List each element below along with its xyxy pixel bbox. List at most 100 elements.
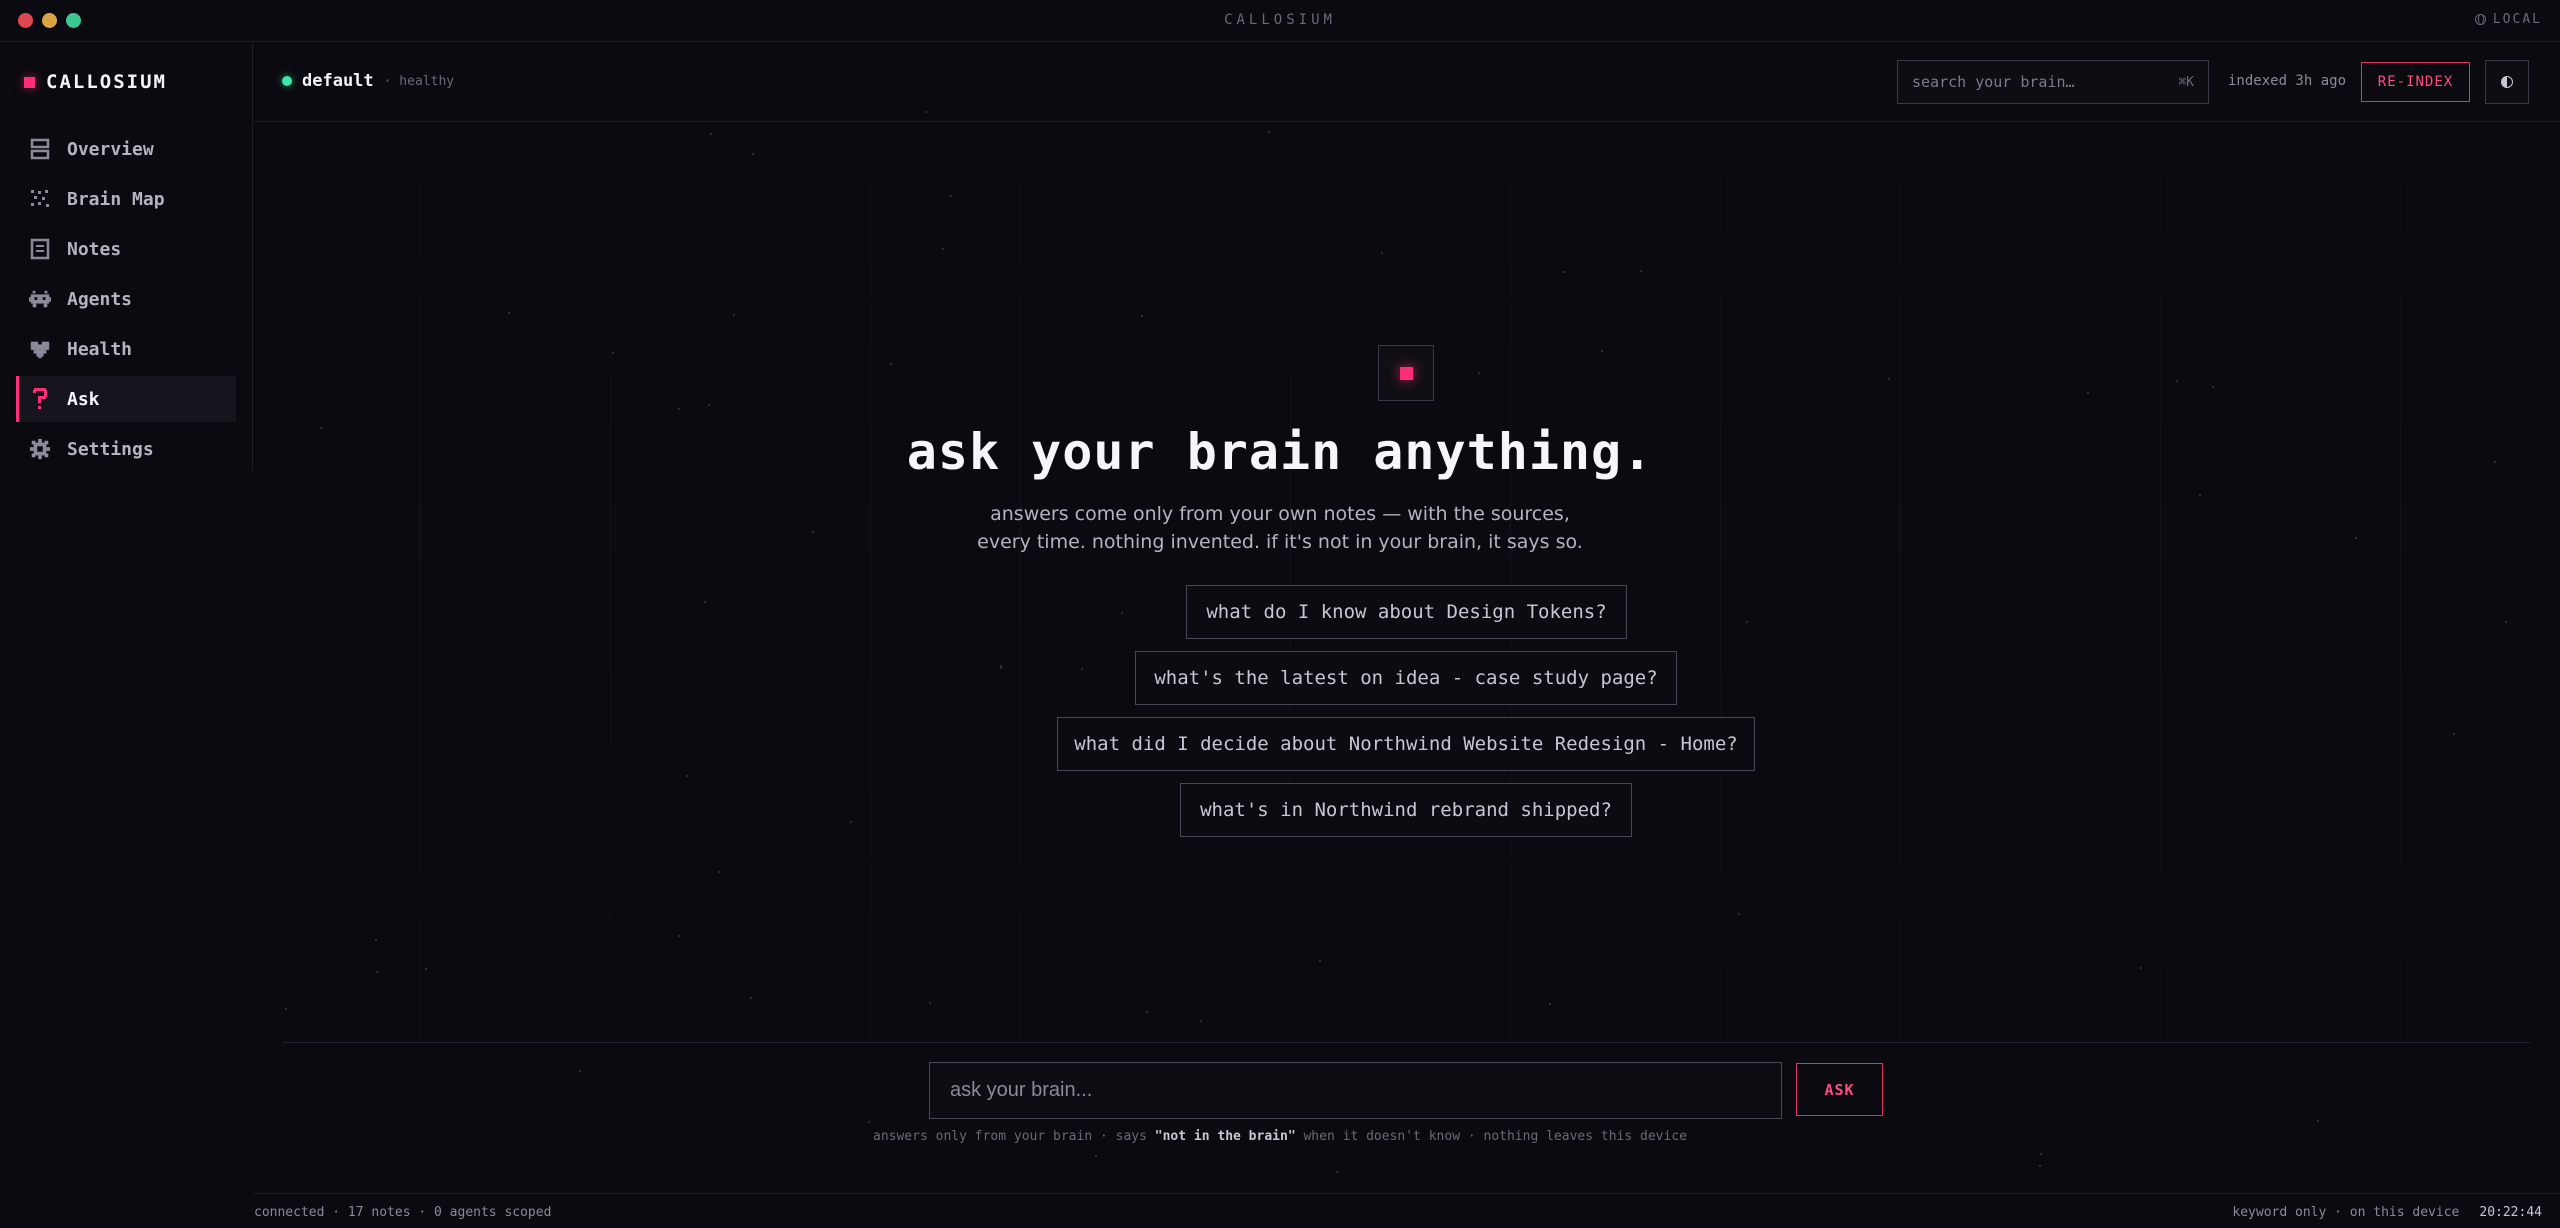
background-grid-line <box>2160 125 2161 1125</box>
sidebar-item-label: Health <box>67 338 133 360</box>
star-particle <box>1095 1155 1097 1157</box>
star-particle <box>2199 494 2201 496</box>
star-particle <box>2176 380 2178 382</box>
star-particle <box>2453 733 2455 735</box>
hero-logo <box>1378 345 1434 401</box>
sidebar-item-label: Overview <box>67 138 154 160</box>
mode-indicator: LOCAL <box>2474 12 2542 27</box>
search-input[interactable] <box>1912 73 2152 91</box>
title-bar: CALLOSIUM LOCAL <box>0 0 2560 42</box>
brand-logo-icon <box>24 76 35 88</box>
star-particle <box>1200 1020 1202 1022</box>
star-particle <box>1888 378 1890 380</box>
star-particle <box>612 352 614 354</box>
suggestion-button[interactable]: what's in Northwind rebrand shipped? <box>1180 783 1632 837</box>
indexed-status: indexed 3h ago <box>2228 73 2347 89</box>
hero-subtitle-line: every time. nothing invented. if it's no… <box>977 531 1583 553</box>
hero-subtitle: answers come only from your own notes — … <box>0 500 2560 556</box>
hero-subtitle-line: answers come only from your own notes — … <box>990 503 1570 525</box>
sidebar-item-notes[interactable]: Notes <box>16 226 236 272</box>
search-box[interactable]: ⌘K <box>1897 60 2209 104</box>
suggestion-button[interactable]: what do I know about Design Tokens? <box>1186 585 1627 639</box>
star-particle <box>1081 668 1083 670</box>
connection-status-text: connected · 17 notes · 0 agents scoped <box>254 1205 552 1220</box>
star-particle <box>1549 1003 1551 1005</box>
sidebar-item-agents[interactable]: Agents <box>16 276 236 322</box>
sidebar-item-label: Brain Map <box>67 188 165 210</box>
background-grid-line <box>2400 125 2401 1125</box>
star-particle <box>425 968 427 970</box>
star-particle <box>718 871 720 873</box>
ask-disclaimer-quote: "not in the brain" <box>1154 1129 1296 1144</box>
sidebar-item-brain-map[interactable]: Brain Map <box>16 176 236 222</box>
suggestion-button[interactable]: what did I decide about Northwind Websit… <box>1057 717 1755 771</box>
star-particle <box>678 935 680 937</box>
star-particle <box>2317 1120 2319 1122</box>
star-particle <box>925 111 927 113</box>
star-particle <box>752 153 754 155</box>
star-particle <box>1563 271 1565 273</box>
star-particle <box>1336 1171 1338 1173</box>
star-particle <box>375 939 377 941</box>
agents-icon <box>29 288 51 310</box>
star-particle <box>708 404 710 406</box>
sidebar-item-ask[interactable]: Ask <box>16 376 236 422</box>
star-particle <box>1121 612 1123 614</box>
reindex-button[interactable]: RE-INDEX <box>2361 62 2470 102</box>
ask-button[interactable]: ASK <box>1796 1063 1883 1116</box>
star-particle <box>376 971 378 973</box>
brand-name: CALLOSIUM <box>46 71 167 93</box>
star-particle <box>2039 1165 2041 1167</box>
brand: CALLOSIUM <box>24 71 167 93</box>
brain-map-icon <box>29 188 51 210</box>
connection-status: connected · 17 notes · 0 agents scoped <box>254 1205 654 1220</box>
star-particle <box>579 1070 581 1072</box>
star-particle <box>1000 667 1002 669</box>
status-bar-right: keyword only · on this device 20:22:44 <box>2232 1205 2542 1220</box>
background-grid-line <box>1900 125 1901 1125</box>
star-particle <box>508 312 510 314</box>
star-particle <box>850 821 852 823</box>
star-particle <box>686 775 688 777</box>
star-particle <box>1268 131 1270 133</box>
brand-mark-icon <box>1399 366 1413 380</box>
ask-disclaimer-text: when it doesn't know · nothing leaves th… <box>1295 1129 1687 1144</box>
heart-icon <box>29 338 51 360</box>
background-grid-line <box>1020 125 1021 1125</box>
star-particle <box>1146 1011 1148 1013</box>
clock: 20:22:44 <box>2479 1205 2542 1220</box>
status-bar: connected · 17 notes · 0 agents scoped k… <box>254 1193 2560 1228</box>
star-particle <box>1640 270 1642 272</box>
star-particle <box>1381 252 1383 254</box>
overview-icon <box>29 138 51 160</box>
star-particle <box>1738 913 1740 915</box>
search-shortcut: ⌘K <box>2178 74 2194 90</box>
top-header: default · healthy ⌘K indexed 3h ago RE-I… <box>254 43 2560 122</box>
theme-toggle-button[interactable] <box>2485 60 2529 104</box>
ask-input[interactable] <box>929 1062 1782 1119</box>
star-particle <box>929 1002 931 1004</box>
suggestion-button[interactable]: what's the latest on idea - case study p… <box>1135 651 1677 705</box>
star-particle <box>1746 621 1748 623</box>
sidebar-item-health[interactable]: Health <box>16 326 236 372</box>
theme-contrast-icon <box>2501 76 2513 88</box>
star-particle <box>1319 960 1321 962</box>
sidebar-item-label: Agents <box>67 288 133 310</box>
star-particle <box>704 601 706 603</box>
star-particle <box>890 363 892 365</box>
sidebar-item-overview[interactable]: Overview <box>16 126 236 172</box>
sidebar-item-label: Ask <box>67 388 100 410</box>
star-particle <box>942 248 944 250</box>
star-particle <box>1141 315 1143 317</box>
window-title: CALLOSIUM <box>1224 12 1336 28</box>
sidebar-item-label: Notes <box>67 238 122 260</box>
brain-name: default <box>302 71 374 91</box>
sidebar: CALLOSIUM Overview Brain Map Notes Agent… <box>0 43 253 471</box>
brain-status[interactable]: default · healthy <box>282 71 454 91</box>
globe-icon <box>2474 14 2486 25</box>
hero-title: ask your brain anything. <box>906 423 1654 481</box>
star-particle <box>750 997 752 999</box>
search-mode-status: keyword only · on this device <box>2232 1205 2460 1220</box>
star-particle <box>1478 372 1480 374</box>
mode-label: LOCAL <box>2492 12 2542 27</box>
